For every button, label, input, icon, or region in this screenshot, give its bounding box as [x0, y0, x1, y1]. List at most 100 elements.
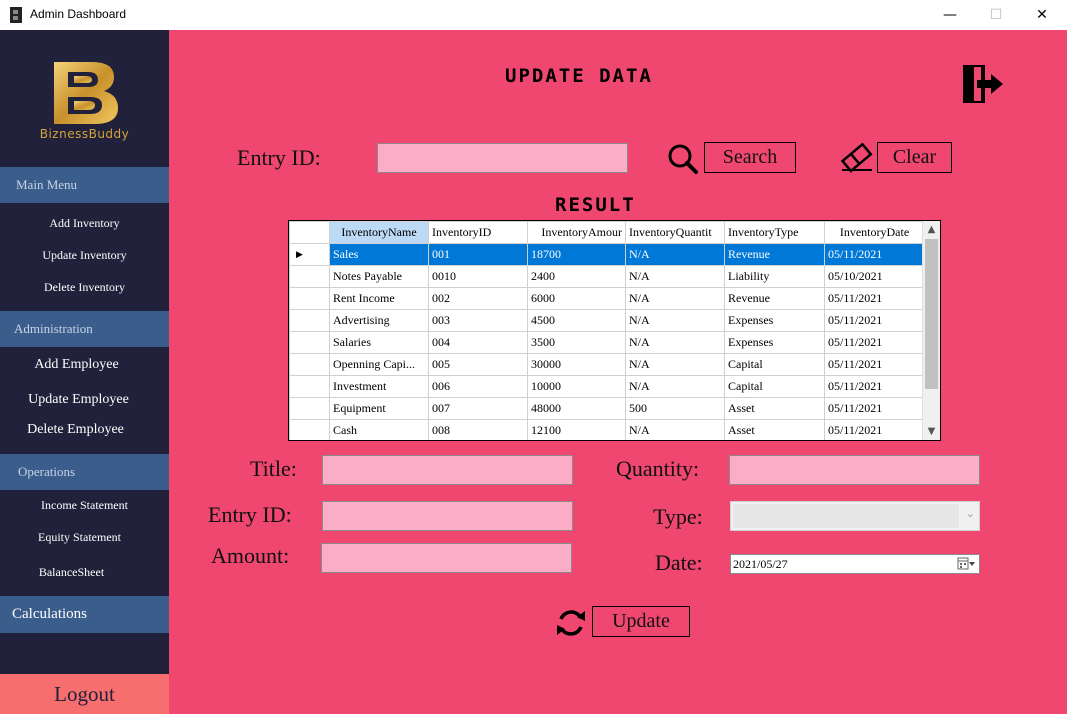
table-cell[interactable]: 500: [625, 397, 725, 420]
search-button[interactable]: Search: [704, 142, 796, 173]
grid-vertical-scrollbar[interactable]: ▲ ▼: [922, 221, 940, 440]
nav-add-inventory[interactable]: Add Inventory: [0, 216, 169, 231]
amount-input[interactable]: [321, 543, 572, 573]
table-cell[interactable]: 05/11/2021: [824, 419, 925, 440]
table-cell[interactable]: 6000: [527, 287, 626, 310]
nav-add-employee[interactable]: Add Employee: [0, 357, 161, 373]
table-cell[interactable]: 0010: [428, 265, 528, 288]
minimize-button[interactable]: —: [927, 0, 973, 30]
table-cell[interactable]: Sales: [329, 243, 429, 266]
table-cell[interactable]: N/A: [625, 353, 725, 376]
table-cell[interactable]: 3500: [527, 331, 626, 354]
refresh-icon[interactable]: [555, 607, 587, 639]
clear-button[interactable]: Clear: [877, 142, 952, 173]
table-cell[interactable]: Capital: [724, 353, 825, 376]
table-cell[interactable]: Asset: [724, 397, 825, 420]
table-row[interactable]: Equipment 007 48000 500 Asset 05/11/2021: [289, 397, 925, 420]
table-cell[interactable]: 10000: [527, 375, 626, 398]
table-cell[interactable]: Capital: [724, 375, 825, 398]
table-cell[interactable]: 05/11/2021: [824, 243, 925, 266]
table-cell[interactable]: Rent Income: [329, 287, 429, 310]
row-header-cell[interactable]: [289, 331, 330, 354]
exit-icon[interactable]: [961, 63, 1005, 105]
table-cell[interactable]: N/A: [625, 287, 725, 310]
update-button[interactable]: Update: [592, 606, 690, 637]
table-cell[interactable]: Expenses: [724, 331, 825, 354]
nav-income-statement[interactable]: Income Statement: [0, 498, 169, 513]
table-cell[interactable]: 001: [428, 243, 528, 266]
table-cell[interactable]: 05/11/2021: [824, 287, 925, 310]
table-cell[interactable]: 006: [428, 375, 528, 398]
row-header-cell[interactable]: [289, 265, 330, 288]
table-cell[interactable]: 007: [428, 397, 528, 420]
table-cell[interactable]: 4500: [527, 309, 626, 332]
table-cell[interactable]: Salaries: [329, 331, 429, 354]
table-cell[interactable]: Investment: [329, 375, 429, 398]
table-cell[interactable]: 008: [428, 419, 528, 440]
nav-equity-statement[interactable]: Equity Statement: [0, 530, 164, 545]
table-cell[interactable]: 18700: [527, 243, 626, 266]
row-header-cell[interactable]: [289, 287, 330, 310]
close-button[interactable]: ✕: [1019, 0, 1065, 30]
title-input[interactable]: [322, 455, 573, 485]
table-cell[interactable]: 05/11/2021: [824, 375, 925, 398]
table-cell[interactable]: Revenue: [724, 287, 825, 310]
table-cell[interactable]: N/A: [625, 243, 725, 266]
table-cell[interactable]: Liability: [724, 265, 825, 288]
scroll-up-arrow-icon[interactable]: ▲: [923, 221, 940, 238]
table-cell[interactable]: N/A: [625, 265, 725, 288]
row-header-cell[interactable]: [289, 353, 330, 376]
column-header[interactable]: InventoryAmour: [527, 221, 626, 244]
entry-id-input[interactable]: [322, 501, 573, 531]
column-header[interactable]: InventoryName: [329, 221, 429, 244]
table-row[interactable]: Advertising 003 4500 N/A Expenses 05/11/2021: [289, 309, 925, 332]
table-cell[interactable]: 05/11/2021: [824, 397, 925, 420]
table-cell[interactable]: 05/11/2021: [824, 309, 925, 332]
table-cell[interactable]: N/A: [625, 331, 725, 354]
table-cell[interactable]: Advertising: [329, 309, 429, 332]
table-cell[interactable]: Asset: [724, 419, 825, 440]
result-data-grid[interactable]: InventoryName InventoryID InventoryAmour…: [288, 220, 941, 441]
column-header[interactable]: InventoryQuantit: [625, 221, 725, 244]
table-cell[interactable]: 48000: [527, 397, 626, 420]
type-select[interactable]: ⌄: [730, 501, 980, 531]
search-icon[interactable]: [667, 143, 699, 175]
table-cell[interactable]: Cash: [329, 419, 429, 440]
maximize-button[interactable]: ☐: [973, 0, 1019, 30]
table-cell[interactable]: Equipment: [329, 397, 429, 420]
nav-update-employee[interactable]: Update Employee: [0, 392, 163, 408]
table-cell[interactable]: 2400: [527, 265, 626, 288]
date-picker[interactable]: 2021/05/27: [730, 554, 980, 574]
logout-button[interactable]: Logout: [0, 674, 169, 714]
table-row[interactable]: Notes Payable 0010 2400 N/A Liability 05/10/2…: [289, 265, 925, 288]
table-cell[interactable]: 30000: [527, 353, 626, 376]
search-entry-input[interactable]: [377, 143, 628, 173]
table-cell[interactable]: 05/11/2021: [824, 331, 925, 354]
section-operations[interactable]: Operations: [0, 454, 169, 490]
section-administration[interactable]: Administration: [0, 311, 169, 347]
table-cell[interactable]: Openning Capi...: [329, 353, 429, 376]
column-header[interactable]: InventoryType: [724, 221, 825, 244]
quantity-input[interactable]: [729, 455, 980, 485]
scroll-thumb[interactable]: [925, 239, 938, 389]
table-cell[interactable]: 005: [428, 353, 528, 376]
nav-delete-inventory[interactable]: Delete Inventory: [0, 280, 169, 295]
column-header[interactable]: InventoryID: [428, 221, 528, 244]
column-header[interactable]: InventoryDate: [824, 221, 925, 244]
row-header-cell[interactable]: [289, 375, 330, 398]
row-header-cell[interactable]: [289, 419, 330, 440]
table-cell[interactable]: Revenue: [724, 243, 825, 266]
table-cell[interactable]: 12100: [527, 419, 626, 440]
table-cell[interactable]: 05/10/2021: [824, 265, 925, 288]
calendar-dropdown-icon[interactable]: [957, 557, 975, 571]
table-cell[interactable]: 003: [428, 309, 528, 332]
table-row[interactable]: Investment 006 10000 N/A Capital 05/11/2021: [289, 375, 925, 398]
nav-update-inventory[interactable]: Update Inventory: [0, 248, 169, 263]
table-row[interactable]: Salaries 004 3500 N/A Expenses 05/11/2021: [289, 331, 925, 354]
table-cell[interactable]: Expenses: [724, 309, 825, 332]
table-cell[interactable]: 004: [428, 331, 528, 354]
eraser-icon[interactable]: [840, 143, 874, 173]
table-row[interactable]: ▶ Sales 001 18700 N/A Revenue 05/11/2021: [289, 243, 925, 266]
table-cell[interactable]: N/A: [625, 419, 725, 440]
table-cell[interactable]: 002: [428, 287, 528, 310]
